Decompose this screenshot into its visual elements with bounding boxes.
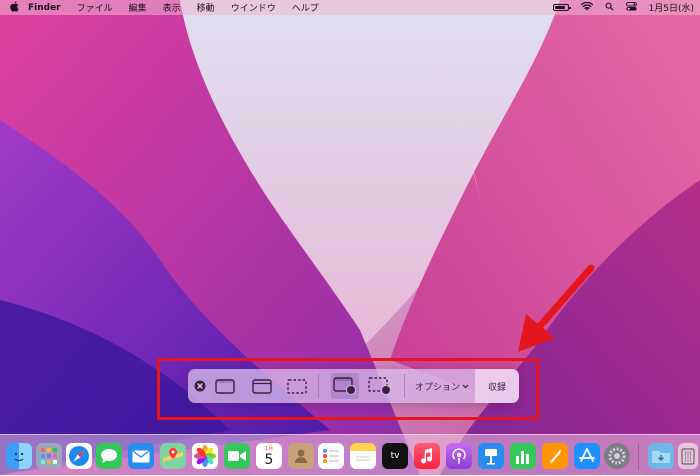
calendar-day: 5 <box>264 451 274 468</box>
maps-icon[interactable] <box>160 443 186 469</box>
app-store-icon[interactable] <box>574 443 600 469</box>
menu-help[interactable]: ヘルプ <box>284 1 327 14</box>
menu-app-name[interactable]: Finder <box>28 3 69 13</box>
menu-window[interactable]: ウインドウ <box>223 1 284 14</box>
apple-tv-icon[interactable]: tv <box>382 443 408 469</box>
menu-bar-left: Finder ファイル 編集 表示 移動 ウインドウ ヘルプ <box>0 0 327 15</box>
pages-icon[interactable] <box>542 443 568 469</box>
mail-icon[interactable] <box>128 443 154 469</box>
annotation-highlight-box <box>157 358 539 420</box>
annotation-arrow-icon <box>518 264 595 352</box>
battery-icon[interactable] <box>552 4 571 11</box>
downloads-folder-icon[interactable] <box>648 443 674 469</box>
tv-label: tv <box>390 451 400 461</box>
control-center-icon[interactable] <box>625 1 637 14</box>
numbers-icon[interactable] <box>510 443 536 469</box>
system-preferences-icon[interactable] <box>604 443 630 469</box>
reminders-icon[interactable] <box>318 443 344 469</box>
contacts-icon[interactable] <box>288 443 314 469</box>
messages-icon[interactable] <box>96 443 122 469</box>
wifi-icon[interactable] <box>580 1 593 14</box>
photos-icon[interactable] <box>192 443 218 469</box>
launchpad-icon[interactable] <box>36 443 62 469</box>
menu-file[interactable]: ファイル <box>69 1 121 14</box>
apple-menu-icon[interactable] <box>10 0 28 15</box>
menu-view[interactable]: 表示 <box>155 1 189 14</box>
safari-icon[interactable] <box>66 443 92 469</box>
menu-go[interactable]: 移動 <box>189 1 223 14</box>
notes-icon[interactable] <box>350 443 376 469</box>
dock-separator <box>638 444 639 470</box>
trash-icon[interactable] <box>678 443 698 469</box>
finder-icon[interactable] <box>6 443 32 469</box>
podcasts-icon[interactable] <box>446 443 472 469</box>
menu-bar-clock[interactable]: 1月5日(水) <box>649 1 694 14</box>
calendar-icon[interactable]: 1月 5 <box>256 443 282 469</box>
menu-bar: Finder ファイル 編集 表示 移動 ウインドウ ヘルプ 1月5日(水) <box>0 0 700 15</box>
menu-edit[interactable]: 編集 <box>121 1 155 14</box>
dock: 1月 5 tv <box>0 434 700 476</box>
keynote-icon[interactable] <box>478 443 504 469</box>
menu-bar-status: 1月5日(水) <box>552 0 694 15</box>
music-icon[interactable] <box>414 443 440 469</box>
search-icon[interactable] <box>605 2 614 14</box>
facetime-icon[interactable] <box>224 443 250 469</box>
